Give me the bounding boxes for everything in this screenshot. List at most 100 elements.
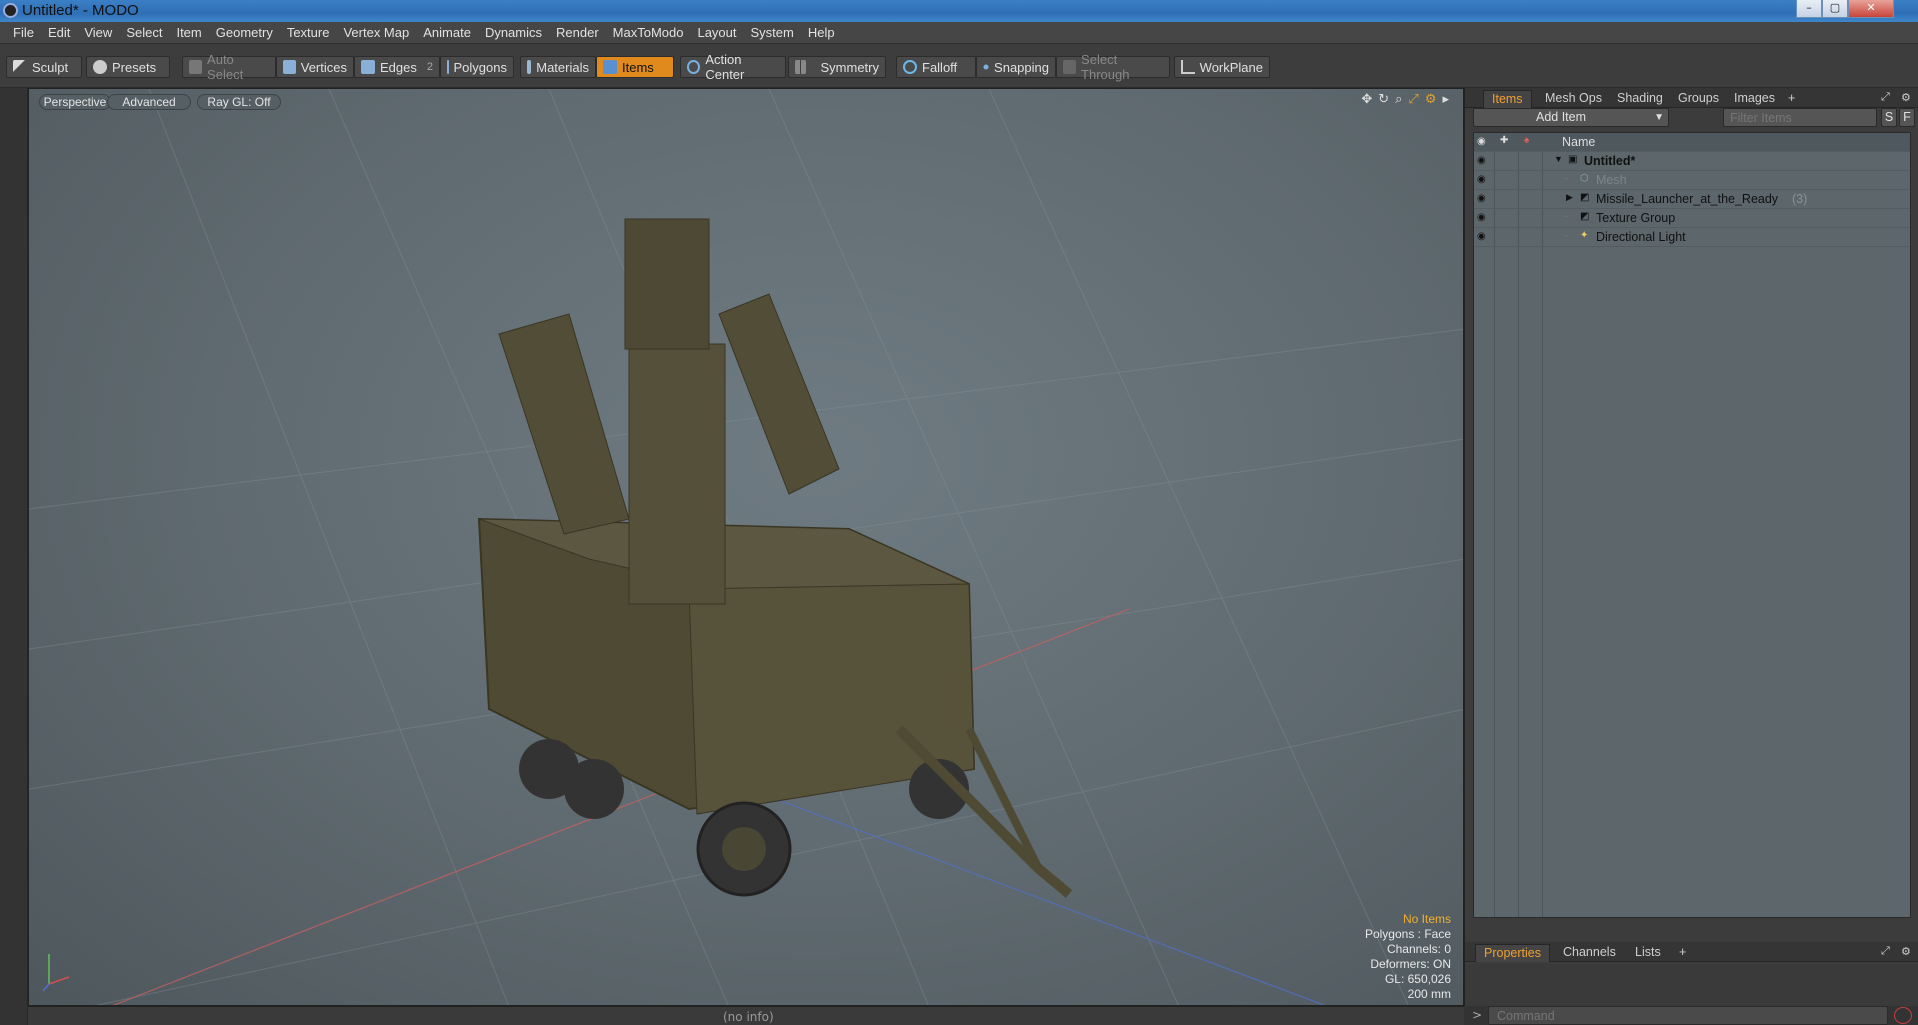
perspective-view-button[interactable]: Perspective: [39, 94, 111, 110]
missile-launcher-model[interactable]: [477, 218, 1073, 898]
presets-button[interactable]: Presets: [86, 56, 170, 78]
brush-icon: [13, 60, 27, 74]
tab-lists[interactable]: Lists: [1627, 944, 1669, 962]
presets-icon: [93, 60, 107, 74]
eye-icon[interactable]: ◉: [1477, 174, 1491, 186]
snapping-button[interactable]: Snapping: [976, 56, 1056, 78]
materials-button[interactable]: Materials: [520, 56, 596, 78]
action-center-icon: [687, 60, 701, 74]
channels-info: Channels: 0: [1386, 942, 1451, 956]
items-tabbar: Items Mesh Ops Shading Groups Images + ⤢…: [1465, 88, 1918, 108]
polygons-button[interactable]: Polygons: [440, 56, 514, 78]
menu-select[interactable]: Select: [119, 25, 169, 40]
gl-info: GL: 650,026: [1384, 972, 1451, 986]
tab-mesh-ops[interactable]: Mesh Ops: [1537, 90, 1610, 108]
list-item[interactable]: ◉ – ◩ Texture Group: [1474, 209, 1910, 228]
pan-icon[interactable]: ✥: [1361, 92, 1372, 107]
eye-icon[interactable]: ◉: [1477, 155, 1491, 167]
minimize-button[interactable]: –: [1796, 0, 1822, 18]
list-item[interactable]: ◉ ▶ ◩ Missile_Launcher_at_the_Ready (3): [1474, 190, 1910, 209]
falloff-button[interactable]: Falloff: [896, 56, 976, 78]
menu-view[interactable]: View: [77, 25, 119, 40]
rotate-icon[interactable]: ↻: [1378, 92, 1389, 107]
selection-info: No Items: [1402, 912, 1451, 926]
record-icon[interactable]: [1894, 1007, 1912, 1024]
chevron-down-icon: ▼: [1654, 112, 1664, 123]
list-header: ◉ ✚ ♠ Name: [1474, 133, 1910, 152]
auto-select-button[interactable]: Auto Select: [182, 52, 276, 82]
dash-icon: –: [1564, 230, 1570, 240]
status-text: (no info): [723, 1010, 774, 1024]
zoom-icon[interactable]: ⌕: [1395, 92, 1402, 107]
workplane-button[interactable]: WorkPlane: [1174, 56, 1270, 78]
menu-system[interactable]: System: [744, 25, 801, 40]
light-icon: ✦: [1580, 230, 1589, 241]
items-mode-button[interactable]: Items: [596, 56, 674, 78]
menu-render[interactable]: Render: [549, 25, 606, 40]
texture-group-icon: ◩: [1580, 211, 1590, 222]
eye-icon[interactable]: ◉: [1477, 231, 1491, 243]
menu-animate[interactable]: Animate: [416, 25, 478, 40]
filter-f-button[interactable]: F: [1899, 108, 1915, 127]
tab-images[interactable]: Images: [1726, 90, 1783, 108]
symmetry-icon: [795, 60, 806, 74]
menu-vertex-map[interactable]: Vertex Map: [336, 25, 416, 40]
close-button[interactable]: ✕: [1848, 0, 1894, 18]
vertices-icon: [283, 60, 296, 74]
symmetry-button[interactable]: Symmetry: [788, 56, 886, 78]
panel-gear-icon[interactable]: ⚙: [1893, 90, 1918, 108]
menu-maxtomodo[interactable]: MaxToModo: [606, 25, 691, 40]
item-list[interactable]: ◉ ✚ ♠ Name ◉ ▼ ▣ Untitled* ◉ – ⬡ Mesh ◉ …: [1473, 132, 1911, 918]
tab-add-button[interactable]: +: [1780, 90, 1803, 108]
raygl-button[interactable]: Ray GL: Off: [197, 94, 281, 110]
maximize-button[interactable]: ▢: [1822, 0, 1848, 18]
menu-edit[interactable]: Edit: [41, 25, 77, 40]
tab-add-button[interactable]: +: [1671, 944, 1694, 962]
panel-gear-icon[interactable]: ⚙: [1893, 944, 1918, 962]
menu-file[interactable]: File: [6, 25, 41, 40]
visibility-column-icon: ◉: [1477, 136, 1486, 147]
auto-select-icon: [189, 60, 203, 74]
left-tool-strip[interactable]: [0, 88, 28, 1025]
menu-dynamics[interactable]: Dynamics: [478, 25, 549, 40]
tab-groups[interactable]: Groups: [1670, 90, 1727, 108]
filter-s-button[interactable]: S: [1881, 108, 1897, 127]
expand-arrow-icon[interactable]: ▸: [1442, 92, 1449, 107]
command-input[interactable]: [1488, 1006, 1888, 1025]
menu-help[interactable]: Help: [801, 25, 842, 40]
menu-layout[interactable]: Layout: [690, 25, 743, 40]
fit-icon[interactable]: ⤢: [1408, 92, 1418, 107]
action-center-button[interactable]: Action Center: [680, 52, 786, 82]
window-title: Untitled* - MODO: [22, 2, 139, 19]
status-bar: (no info): [28, 1006, 1464, 1025]
tab-items[interactable]: Items: [1483, 90, 1532, 108]
menu-texture[interactable]: Texture: [280, 25, 337, 40]
deformers-info: Deformers: ON: [1370, 957, 1451, 971]
list-item[interactable]: ◉ – ✦ Directional Light: [1474, 228, 1910, 247]
gear-icon[interactable]: ⚙: [1425, 92, 1437, 107]
command-line: >: [1464, 1006, 1918, 1025]
add-item-dropdown[interactable]: Add Item ▼: [1473, 108, 1669, 127]
shading-mode-button[interactable]: Advanced: [107, 94, 191, 110]
scene-icon: ▣: [1568, 154, 1578, 165]
select-through-button[interactable]: Select Through: [1056, 52, 1170, 82]
filter-items-input[interactable]: [1723, 108, 1877, 127]
collapse-arrow-icon[interactable]: ▼: [1554, 154, 1563, 164]
sculpt-button[interactable]: Sculpt: [6, 56, 82, 78]
menu-geometry[interactable]: Geometry: [209, 25, 280, 40]
tab-properties[interactable]: Properties: [1475, 944, 1550, 962]
list-item[interactable]: ◉ ▼ ▣ Untitled*: [1474, 152, 1910, 171]
vertices-button[interactable]: Vertices: [276, 56, 354, 78]
edges-icon: [361, 60, 375, 74]
menu-item[interactable]: Item: [169, 25, 208, 40]
list-item[interactable]: ◉ – ⬡ Mesh: [1474, 171, 1910, 190]
eye-icon[interactable]: ◉: [1477, 193, 1491, 205]
expand-arrow-icon[interactable]: ▶: [1566, 192, 1573, 203]
tab-shading[interactable]: Shading: [1609, 90, 1671, 108]
eye-icon[interactable]: ◉: [1477, 212, 1491, 224]
modo-app-icon: [3, 3, 18, 18]
edges-button[interactable]: Edges 2: [354, 56, 440, 78]
3d-viewport[interactable]: Perspective Advanced Ray GL: Off ✥ ↻ ⌕ ⤢…: [28, 88, 1464, 1006]
tab-channels[interactable]: Channels: [1555, 944, 1624, 962]
z-axis-line: [748, 788, 1326, 1005]
